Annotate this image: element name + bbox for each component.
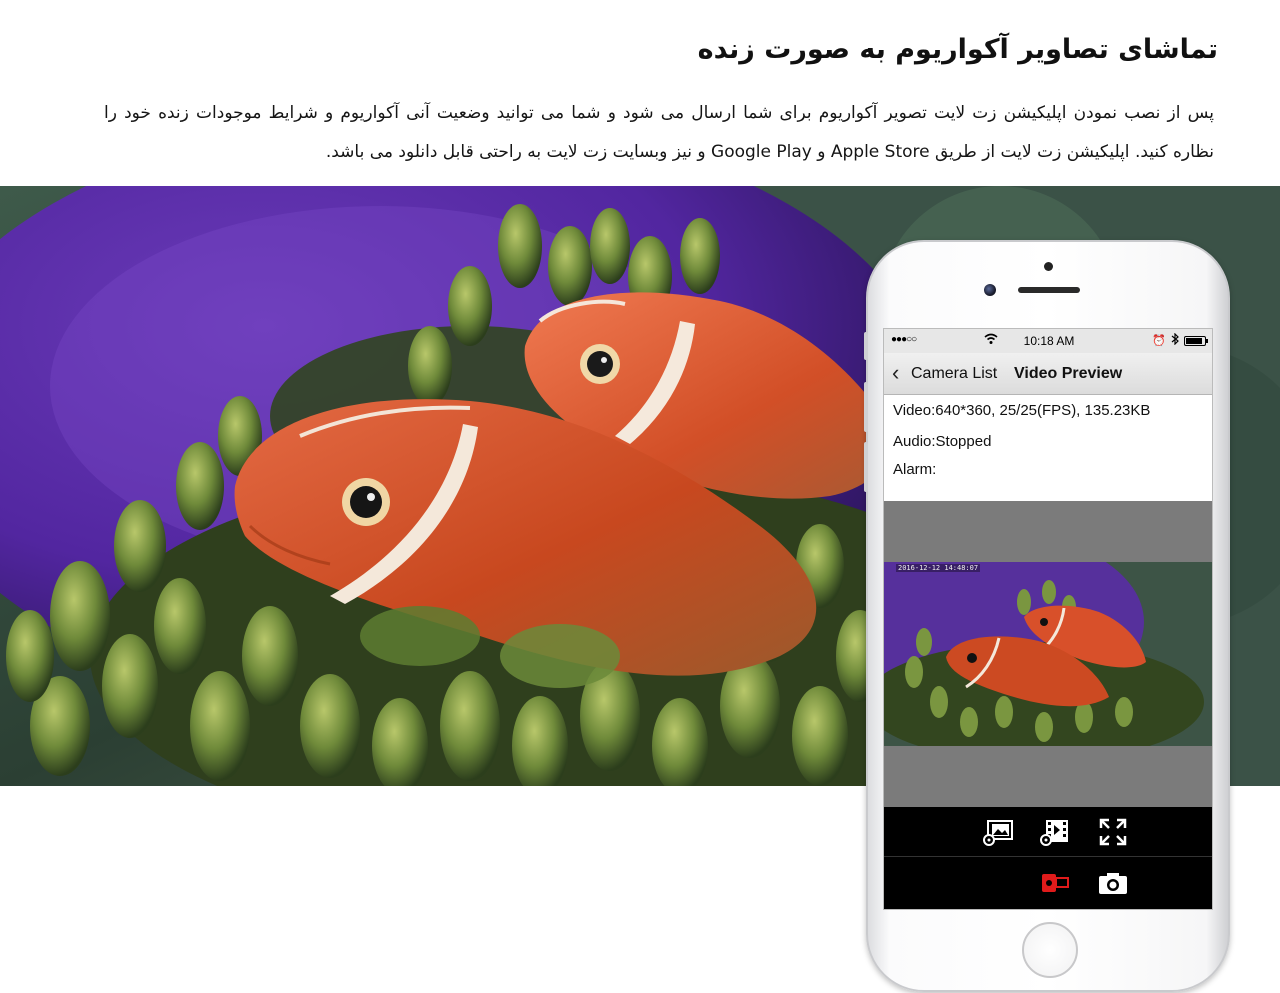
section-title: تماشای تصاویر آکواریوم به صورت زنده xyxy=(697,34,1218,65)
controls-row-top xyxy=(884,807,1212,857)
home-button[interactable] xyxy=(1022,922,1078,978)
snapshot-icon[interactable] xyxy=(1096,868,1130,898)
phone-screen: ●●●○○ 10:18 AM ⏰ ‹ Camera List Video Pre… xyxy=(883,328,1213,910)
front-camera xyxy=(984,284,996,296)
video-controls xyxy=(884,807,1212,909)
gallery-settings-icon[interactable] xyxy=(982,817,1016,847)
video-info: Video:640*360, 25/25(FPS), 135.23KB xyxy=(893,402,1151,419)
live-video-frame[interactable]: 2016-12-12 14:48:07 xyxy=(884,562,1212,746)
controls-row-bottom xyxy=(884,858,1212,908)
record-video-icon[interactable] xyxy=(1038,868,1072,898)
nav-bar: ‹ Camera List Video Preview xyxy=(884,353,1212,395)
phone-mockup: ●●●○○ 10:18 AM ⏰ ‹ Camera List Video Pre… xyxy=(864,240,1230,992)
battery-icon xyxy=(1184,335,1208,346)
video-preview-area[interactable]: 2016-12-12 14:48:07 xyxy=(884,501,1212,807)
volume-up-button xyxy=(864,382,868,432)
status-bar: ●●●○○ 10:18 AM ⏰ xyxy=(884,329,1212,353)
video-settings-icon[interactable] xyxy=(1038,817,1072,847)
alarm-icon: ⏰ xyxy=(1152,335,1166,347)
back-button-camera-list[interactable]: Camera List xyxy=(911,365,997,383)
nav-title: Video Preview xyxy=(1014,365,1123,382)
alarm-status: Alarm: xyxy=(893,461,937,478)
fullscreen-icon[interactable] xyxy=(1096,817,1130,847)
section-description: پس از نصب نمودن اپلیکیشن زت لایت تصویر آ… xyxy=(104,103,1214,162)
earpiece-speaker xyxy=(1018,287,1080,293)
bluetooth-icon xyxy=(1171,332,1179,348)
mute-switch xyxy=(864,332,868,360)
video-timestamp: 2016-12-12 14:48:07 xyxy=(896,564,981,572)
proximity-sensor xyxy=(1044,262,1053,271)
back-chevron-icon[interactable]: ‹ xyxy=(892,361,899,385)
volume-down-button xyxy=(864,442,868,492)
audio-status: Audio:Stopped xyxy=(893,433,992,450)
